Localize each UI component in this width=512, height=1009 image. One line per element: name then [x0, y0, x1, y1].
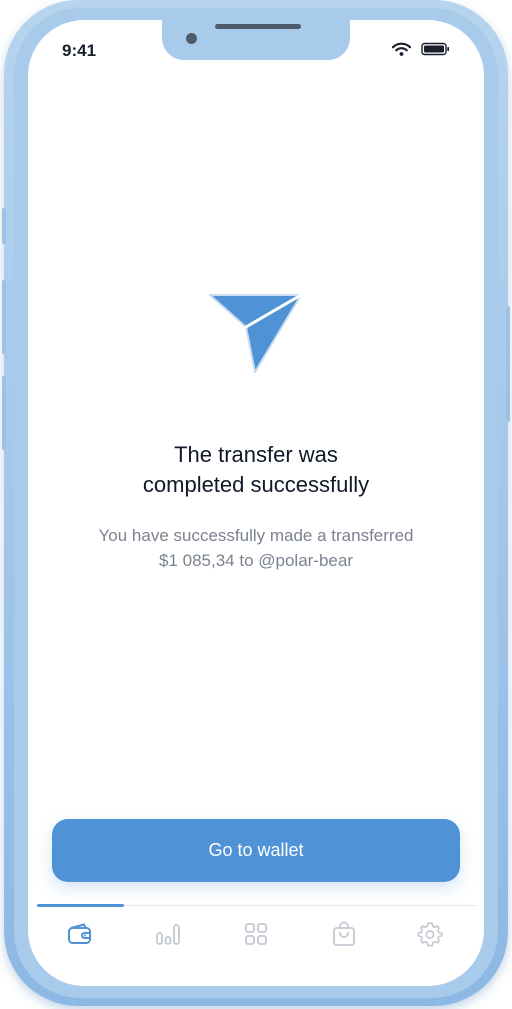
- success-title-line-2: completed successfully: [142, 472, 370, 497]
- volume-up-button: [2, 280, 6, 354]
- success-title-line-1: The transfer was: [174, 442, 338, 467]
- power-button: [506, 306, 510, 422]
- speaker-grille: [215, 24, 301, 29]
- success-subtitle-line-1: You have successfully made a transferred: [98, 526, 414, 545]
- tab-wallet[interactable]: [64, 920, 96, 952]
- front-camera: [186, 33, 197, 44]
- wifi-icon: [391, 42, 412, 61]
- active-tab-indicator: [37, 904, 124, 907]
- tab-settings[interactable]: [414, 920, 446, 952]
- status-icons: [391, 42, 450, 61]
- chart-icon: [155, 923, 181, 950]
- success-subtitle-line-2: $1 085,34 to @polar-bear: [159, 551, 353, 570]
- notch: [162, 20, 350, 60]
- screen: 9:41 The transfer was completed successf…: [28, 20, 484, 986]
- tab-statistics[interactable]: [152, 920, 184, 952]
- battery-icon: [421, 42, 450, 61]
- gear-icon: [417, 921, 443, 952]
- grid-icon: [244, 922, 268, 951]
- wallet-icon: [67, 922, 93, 951]
- paper-plane-icon: [208, 293, 304, 381]
- tab-apps[interactable]: [240, 920, 272, 952]
- success-title: The transfer was completed successfully: [28, 440, 484, 500]
- success-subtitle: You have successfully made a transferred…: [28, 523, 484, 573]
- mute-switch: [2, 208, 6, 244]
- tab-bar: [36, 904, 476, 966]
- tab-shop[interactable]: [328, 920, 360, 952]
- shopping-bag-icon: [332, 921, 356, 952]
- volume-down-button: [2, 376, 6, 450]
- status-time: 9:41: [62, 41, 97, 60]
- go-to-wallet-button[interactable]: Go to wallet: [52, 819, 460, 882]
